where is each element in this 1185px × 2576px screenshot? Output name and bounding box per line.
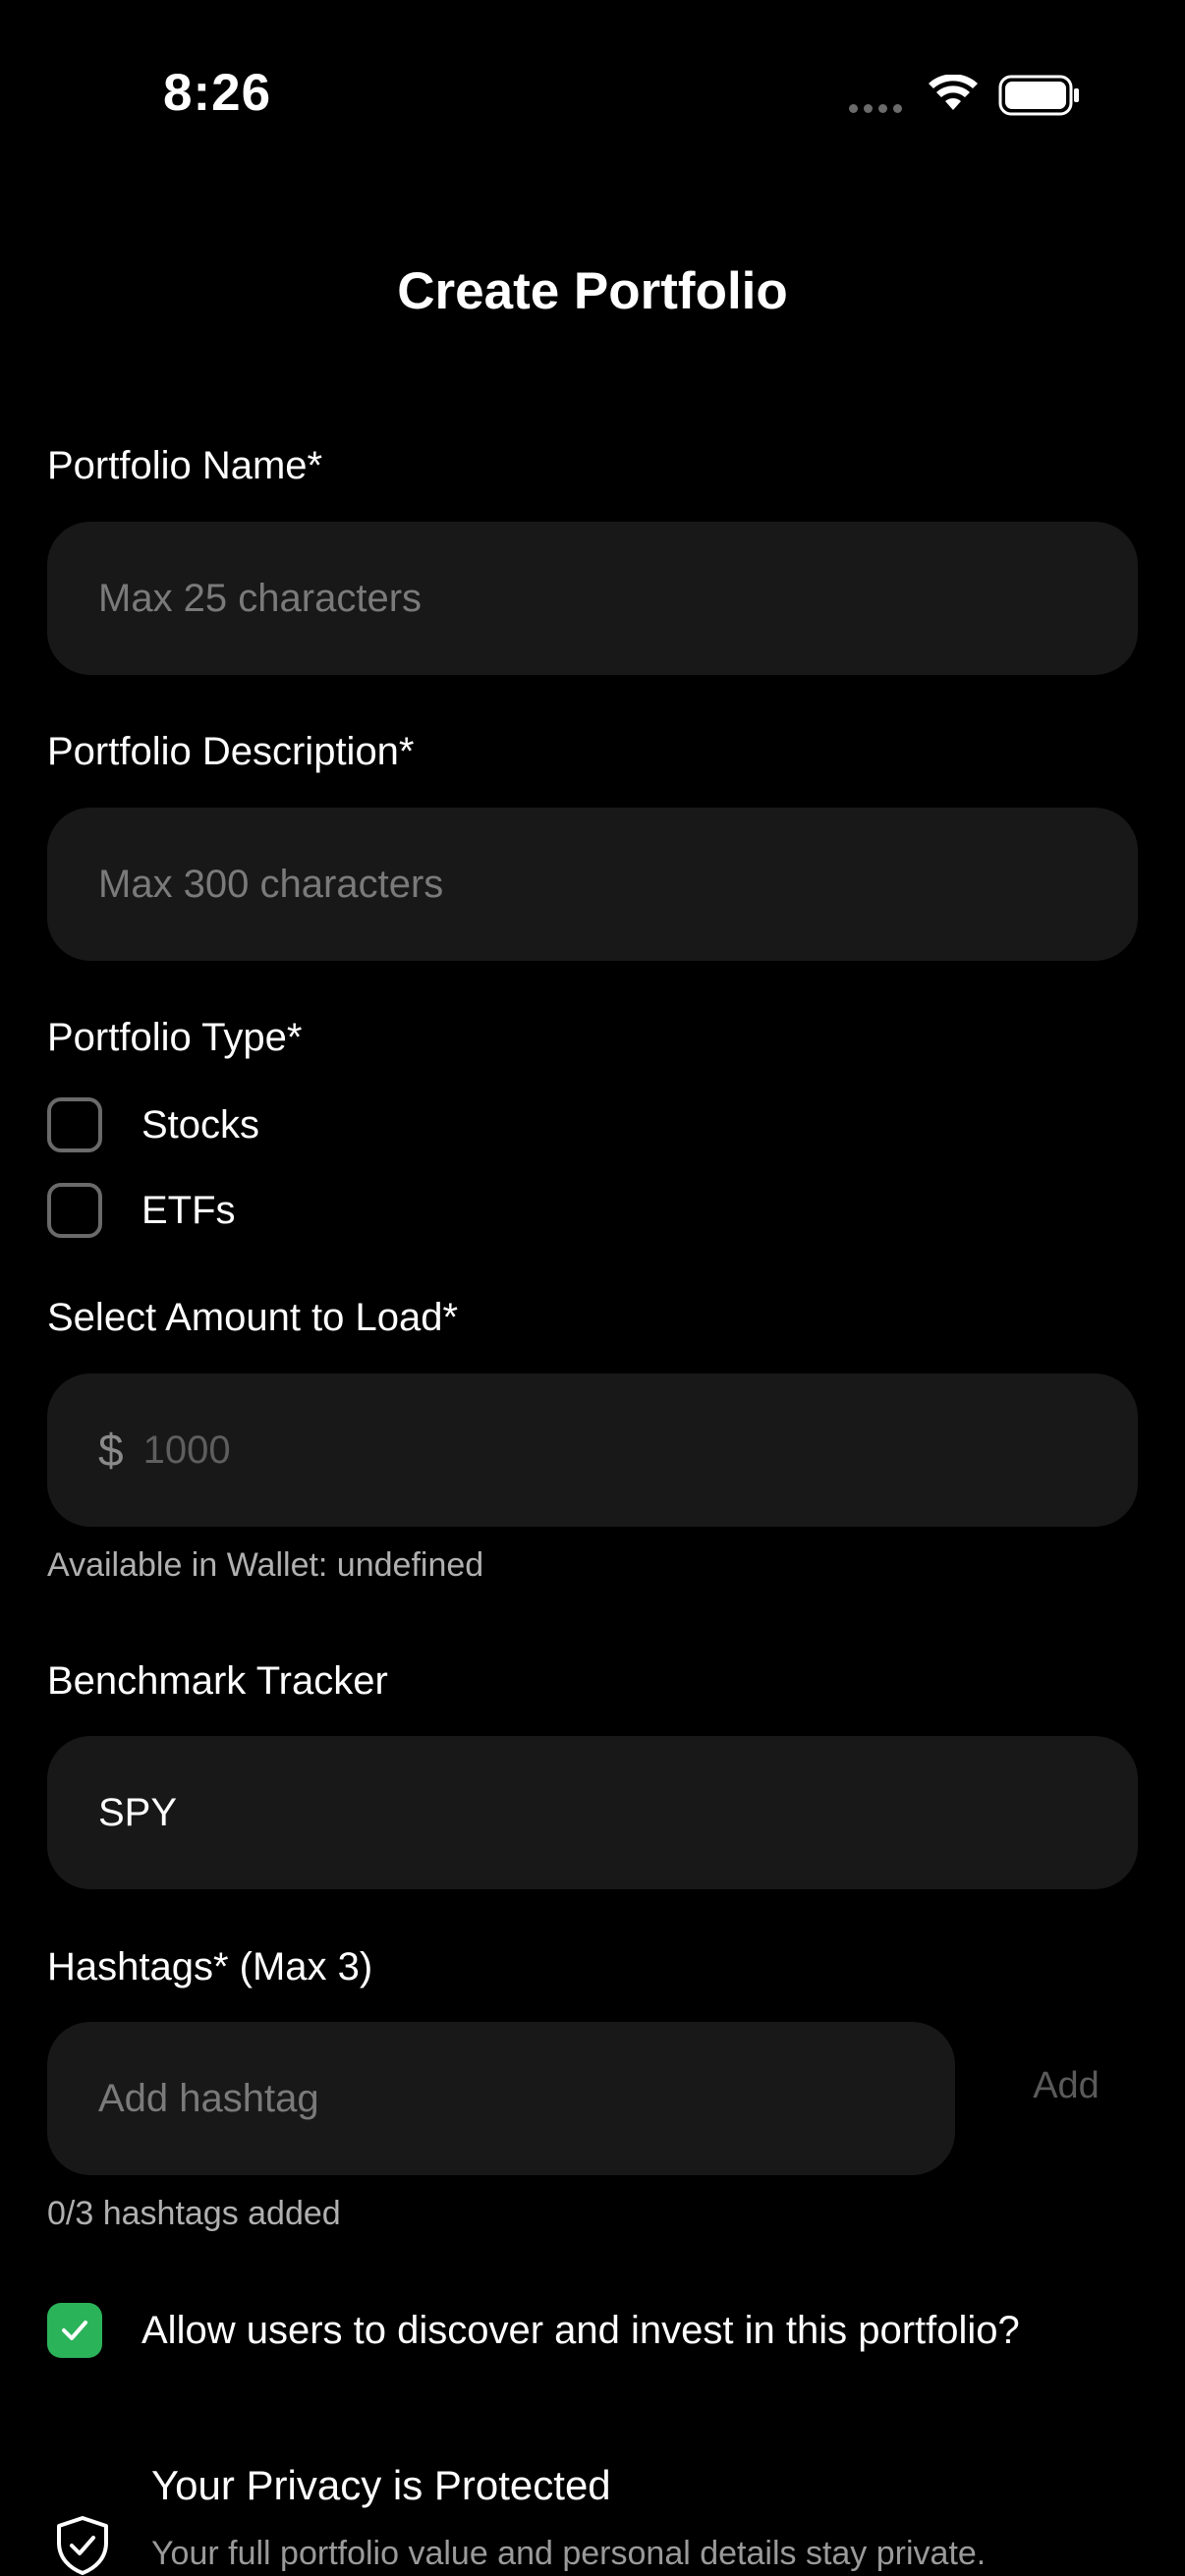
portfolio-name-input[interactable]: Max 25 characters	[47, 522, 1138, 675]
privacy-title: Your Privacy is Protected	[151, 2462, 611, 2508]
shield-check-icon	[57, 2516, 108, 2575]
stocks-label: Stocks	[141, 1102, 260, 1147]
cellular-signal-icon	[849, 104, 902, 113]
currency-symbol: $	[98, 1425, 124, 1476]
status-bar: 8:26	[0, 0, 1185, 187]
discover-label: Allow users to discover and invest in th…	[141, 2308, 1020, 2352]
page-title: Create Portfolio	[397, 262, 788, 320]
benchmark-value: SPY	[98, 1790, 178, 1834]
portfolio-description-placeholder: Max 300 characters	[98, 862, 444, 906]
stocks-checkbox[interactable]	[47, 1097, 102, 1152]
portfolio-type-option-stocks[interactable]: Stocks	[47, 1095, 259, 1154]
portfolio-name-placeholder: Max 25 characters	[98, 576, 423, 620]
amount-placeholder: 1000	[142, 1428, 231, 1472]
wifi-icon	[929, 75, 978, 110]
privacy-text: Your full portfolio value and personal d…	[151, 2535, 987, 2572]
status-time: 8:26	[163, 64, 272, 122]
amount-input[interactable]: $ 1000	[47, 1373, 1138, 1527]
hashtag-count-text: 0/3 hashtags added	[47, 2195, 341, 2232]
portfolio-description-label: Portfolio Description*	[47, 730, 415, 773]
discover-option[interactable]: Allow users to discover and invest in th…	[47, 2301, 1020, 2360]
portfolio-description-input[interactable]: Max 300 characters	[47, 808, 1138, 961]
portfolio-type-option-etfs[interactable]: ETFs	[47, 1181, 236, 1240]
hashtags-label: Hashtags* (Max 3)	[47, 1945, 373, 1988]
battery-icon	[998, 75, 1079, 116]
benchmark-label: Benchmark Tracker	[47, 1659, 388, 1703]
etfs-label: ETFs	[141, 1188, 236, 1232]
amount-label: Select Amount to Load*	[47, 1296, 459, 1339]
portfolio-type-label: Portfolio Type*	[47, 1016, 303, 1059]
hashtag-input[interactable]: Add hashtag	[47, 2022, 955, 2175]
discover-checkbox[interactable]	[47, 2303, 102, 2358]
benchmark-input[interactable]: SPY	[47, 1736, 1138, 1889]
etfs-checkbox[interactable]	[47, 1183, 102, 1238]
hashtag-placeholder: Add hashtag	[98, 2076, 319, 2120]
checkmark-icon	[62, 2321, 87, 2340]
add-hashtag-button[interactable]: Add	[992, 2065, 1140, 2107]
portfolio-name-label: Portfolio Name*	[47, 444, 323, 487]
wallet-balance-text: Available in Wallet: undefined	[47, 1546, 484, 1584]
